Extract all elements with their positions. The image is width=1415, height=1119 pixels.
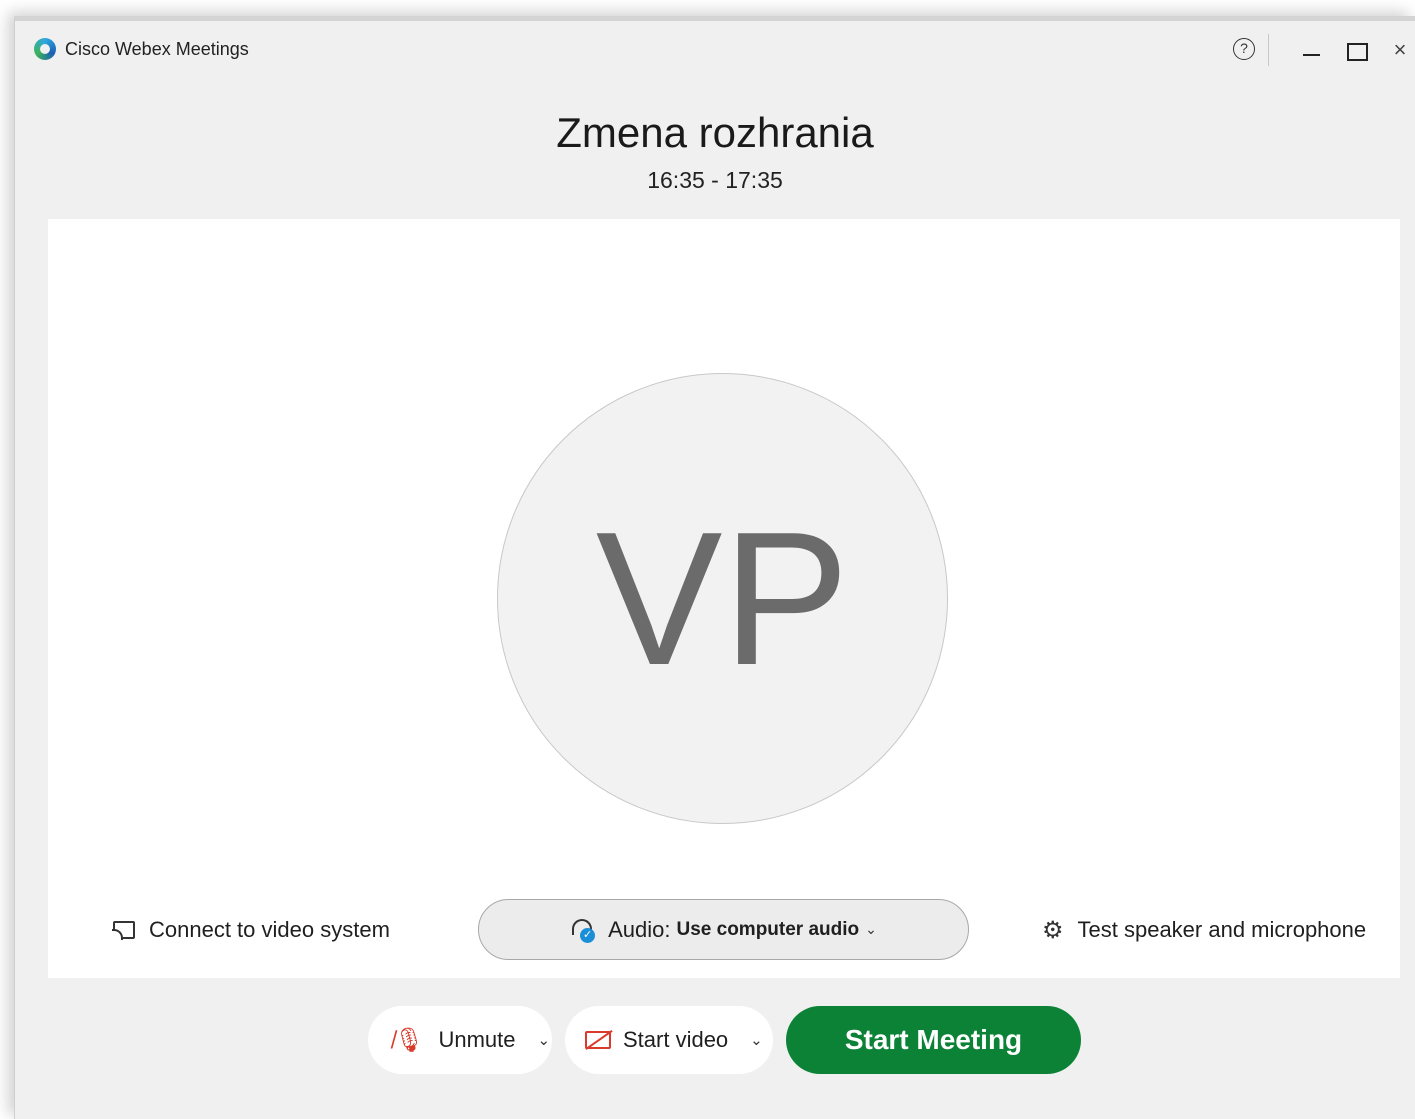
audio-label: Audio: xyxy=(608,916,671,942)
cast-icon xyxy=(112,921,135,940)
test-speaker-microphone-label: Test speaker and microphone xyxy=(1077,917,1367,942)
title-bar-divider xyxy=(1268,34,1269,66)
chevron-down-icon: ⌄ xyxy=(865,921,877,937)
chevron-down-icon[interactable]: ⌄ xyxy=(750,1031,763,1049)
webex-window: Cisco Webex Meetings ? × Zmena rozhrania… xyxy=(14,16,1415,1119)
connect-video-system-label: Connect to video system xyxy=(149,917,390,942)
help-icon[interactable]: ? xyxy=(1233,38,1255,60)
unmute-label: Unmute xyxy=(438,1027,516,1052)
connect-video-system-link[interactable]: Connect to video system xyxy=(112,915,390,945)
audio-select-button[interactable]: Audio: Use computer audio ⌄ xyxy=(478,899,969,960)
video-off-icon xyxy=(585,1031,611,1049)
close-button[interactable]: × xyxy=(1385,35,1415,65)
title-bar: Cisco Webex Meetings ? × xyxy=(15,21,1415,73)
start-video-button[interactable]: Start video ⌄ xyxy=(565,1006,773,1074)
chevron-down-icon[interactable]: ⌄ xyxy=(538,1031,551,1049)
webex-logo-icon xyxy=(34,38,56,60)
start-meeting-button[interactable]: Start Meeting xyxy=(786,1006,1081,1074)
gear-icon: ⚙ xyxy=(1042,916,1064,944)
maximize-button[interactable] xyxy=(1341,35,1371,65)
app-title: Cisco Webex Meetings xyxy=(65,39,249,59)
start-video-label: Start video xyxy=(623,1027,729,1052)
audio-value: Use computer audio xyxy=(676,918,860,940)
meeting-time: 16:35 - 17:35 xyxy=(647,167,783,193)
unmute-button[interactable]: ̸🎙 Unmute ⌄ xyxy=(368,1006,552,1074)
test-speaker-microphone-link[interactable]: ⚙ Test speaker and microphone xyxy=(1042,915,1366,945)
minimize-button[interactable] xyxy=(1297,35,1327,65)
video-preview-panel: VP Connect to video system Audio: Use co… xyxy=(48,219,1400,978)
meeting-title: Zmena rozhrania xyxy=(556,109,874,156)
headset-icon xyxy=(570,918,596,943)
mic-off-icon: ̸🎙 xyxy=(394,1026,425,1054)
avatar: VP xyxy=(497,373,948,824)
